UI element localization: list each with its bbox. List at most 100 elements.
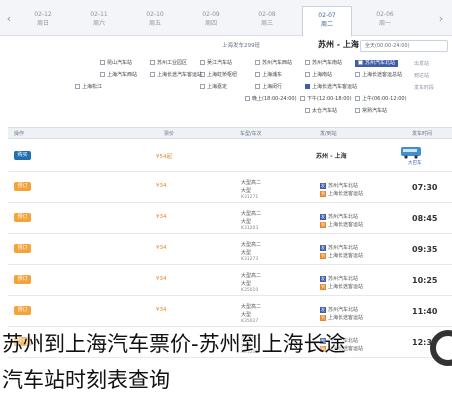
col-bus: 车型/车次 xyxy=(240,131,262,137)
depart-filter-label: 出发站 xyxy=(414,61,430,67)
arrive-station-checkbox[interactable]: 上海松江 xyxy=(75,84,102,91)
depart-time: 07:30 xyxy=(412,183,438,192)
tab-date: 02-12 xyxy=(34,11,52,18)
ticket-price: ¥34 xyxy=(156,276,167,282)
arrive-station-checkbox[interactable]: 上海浦东 xyxy=(255,72,282,79)
arrive-station-checkbox[interactable]: 上海长途汽车客运站 xyxy=(305,84,357,91)
arrive-tag-icon: 到 xyxy=(320,315,326,321)
table-row: 预订 ¥34 大型高二 大型 K31271 发苏州汽车北站 到上海长途客运站 0… xyxy=(8,173,452,203)
tab-date-6[interactable]: 02-06 周一 xyxy=(360,6,410,36)
buy-button[interactable]: 购买 xyxy=(14,151,31,160)
depart-time: 11:40 xyxy=(412,307,438,316)
depart-station-checkbox[interactable]: 苏州汽车北站 xyxy=(355,60,399,67)
bus-type: 大型高二 xyxy=(241,242,262,248)
table-row: 预订 ¥34 大型高二 大型 K31203 发苏州汽车北站 到上海长途客运站 0… xyxy=(8,204,452,234)
bus-icon xyxy=(401,147,421,159)
arrive-station-checkbox[interactable]: 上海嘉定 xyxy=(200,84,227,91)
depart-station-checkbox[interactable]: 苏州汽车南站 xyxy=(305,60,342,67)
tab-weekday: 周四 xyxy=(204,20,217,27)
depart-station-checkbox[interactable]: 苏州汽车西站 xyxy=(255,60,292,67)
depart-station-checkbox[interactable]: 吴江汽车站 xyxy=(200,60,232,67)
depart-station: 发苏州汽车北站 xyxy=(320,276,359,282)
tab-date-4[interactable]: 02-08 周三 xyxy=(242,6,292,36)
next-arrow-icon[interactable]: › xyxy=(434,10,448,28)
summary-route: 苏州 - 上海 xyxy=(316,153,347,160)
depart-station-checkbox[interactable]: 常熟汽车站 xyxy=(355,108,387,115)
depart-station: 发苏州汽车北站 xyxy=(320,183,359,189)
tab-weekday: 周日 xyxy=(36,20,49,27)
col-price: 票价 xyxy=(164,131,175,137)
tab-date: 02-06 xyxy=(376,11,394,18)
bus-type: 大型高二 xyxy=(241,211,262,217)
table-row: 预订 ¥34 大型高二 大型 K31273 发苏州汽车北站 到上海长途客运站 0… xyxy=(8,235,452,265)
book-button[interactable]: 预订 xyxy=(14,213,31,222)
arrive-station-checkbox[interactable]: 上海虹桥枢纽 xyxy=(200,72,237,79)
time-filter-select[interactable]: 全天(00:00-24:00) xyxy=(360,40,448,52)
bus-type-label: 大巴车 xyxy=(408,161,422,166)
tab-date-1[interactable]: 02-11 周六 xyxy=(74,6,124,36)
time-slot-checkbox[interactable]: 上午(06:00-12:00) xyxy=(355,96,407,103)
bus-type: 大型高二 xyxy=(241,180,262,186)
ticket-price: ¥34 xyxy=(156,245,167,251)
arrive-station-checkbox[interactable]: 上海汽车西站 xyxy=(100,72,137,79)
arrive-station-checkbox[interactable]: 上海长途客运总站 xyxy=(355,72,402,79)
bus-size: 大型 xyxy=(241,219,252,225)
caption-line-2: 汽车站时刻表查询 xyxy=(2,368,170,392)
arrive-station-checkbox[interactable]: 上海闵行 xyxy=(255,84,282,91)
min-price: ¥54起 xyxy=(156,154,172,160)
tab-weekday: 周五 xyxy=(148,20,161,27)
depart-tag-icon: 发 xyxy=(320,183,326,189)
prev-arrow-icon[interactable]: ‹ xyxy=(2,10,16,28)
tab-date: 02-09 xyxy=(202,11,220,18)
depart-time: 08:45 xyxy=(412,214,438,223)
ticket-price: ¥34 xyxy=(156,183,167,189)
arrive-station: 到上海长途客运站 xyxy=(320,284,364,290)
col-op: 操作 xyxy=(14,131,25,137)
tab-date: 02-11 xyxy=(90,11,108,18)
caption-overlay: 苏州到上海汽车票价-苏州到上海长途 汽车站时刻表查询 xyxy=(0,324,452,400)
book-button[interactable]: 预订 xyxy=(14,306,31,315)
tab-date-2[interactable]: 02-10 周五 xyxy=(130,6,180,36)
depart-station-checkbox[interactable]: 昆山汽车站 xyxy=(100,60,132,67)
depart-tag-icon: 发 xyxy=(320,245,326,251)
table-header: 操作 票价 车型/车次 发/到站 发车时间 xyxy=(8,127,452,139)
arrive-station-checkbox[interactable]: 上海长途汽车客运站 xyxy=(150,72,202,79)
arrive-tag-icon: 到 xyxy=(320,191,326,197)
ticket-price: ¥34 xyxy=(156,214,167,220)
arrive-tag-icon: 到 xyxy=(320,222,326,228)
bus-number: K31203 xyxy=(241,226,259,231)
bus-size: 大型 xyxy=(241,188,252,194)
col-station: 发/到站 xyxy=(320,131,337,137)
table-row: 预订 ¥34 大型高二 大型 K35010 发苏州汽车北站 到上海长途客运站 1… xyxy=(8,266,452,296)
bus-size: 大型 xyxy=(241,250,252,256)
depart-tag-icon: 发 xyxy=(320,276,326,282)
bus-type: 大型高二 xyxy=(241,273,262,279)
bus-number: K31273 xyxy=(241,257,259,262)
bus-size: 大型 xyxy=(241,281,252,287)
time-filter-label: 发车时段 xyxy=(414,85,435,91)
bus-type: 大型高二 xyxy=(241,304,262,310)
bus-number: K35010 xyxy=(241,288,259,293)
arrive-filter-label: 到达站 xyxy=(414,73,430,79)
depart-station-checkbox[interactable]: 太仓汽车站 xyxy=(305,108,337,115)
depart-time: 09:35 xyxy=(412,245,438,254)
book-button[interactable]: 预订 xyxy=(14,244,31,253)
depart-station: 发苏州汽车北站 xyxy=(320,307,359,313)
arrive-station: 到上海长途客运站 xyxy=(320,315,364,321)
tab-date-0[interactable]: 02-12 周日 xyxy=(18,6,68,36)
arrive-station: 到上海长途客运站 xyxy=(320,191,364,197)
tab-date-5-active[interactable]: 02-07 周二 xyxy=(302,6,352,37)
arrive-station-checkbox[interactable]: 上海南站 xyxy=(305,72,332,79)
time-slot-checkbox[interactable]: 下午(12:00-18:00) xyxy=(300,96,352,103)
tab-weekday: 周三 xyxy=(260,20,273,27)
book-button[interactable]: 预订 xyxy=(14,275,31,284)
arrive-tag-icon: 到 xyxy=(320,253,326,259)
arrive-station: 到上海长途客运站 xyxy=(320,222,364,228)
tab-date: 02-08 xyxy=(258,11,276,18)
tab-weekday: 周六 xyxy=(92,20,105,27)
tab-date-3[interactable]: 02-09 周四 xyxy=(186,6,236,36)
depart-station-checkbox[interactable]: 苏州工业园区 xyxy=(150,60,187,67)
time-slot-checkbox[interactable]: 晚上(18:00-24:00) xyxy=(245,96,297,103)
book-button[interactable]: 预订 xyxy=(14,182,31,191)
tab-date: 02-10 xyxy=(146,11,164,18)
